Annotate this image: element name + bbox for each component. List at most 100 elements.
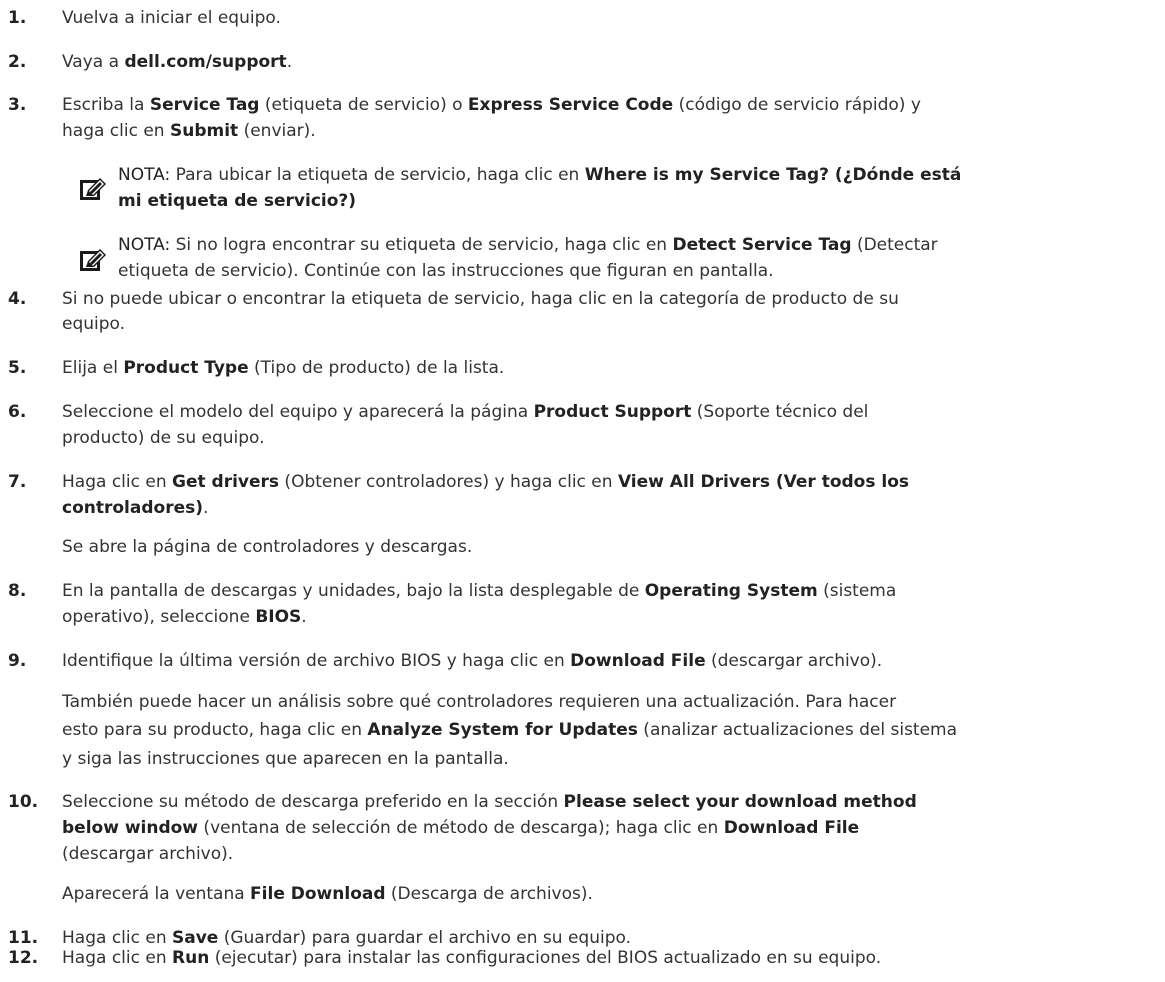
text-segment: (ventana de selección de método de desca… <box>198 818 724 838</box>
text-line: equipo. <box>62 311 125 337</box>
text-line: Seleccione su método de descarga preferi… <box>62 789 917 815</box>
text-line: below window (ventana de selección de mé… <box>62 815 859 841</box>
text-segment: Se abre la página de controladores y des… <box>62 537 473 557</box>
text-segment: En la pantalla de descargas y unidades, … <box>62 581 645 601</box>
text-segment: haga clic en <box>62 121 170 141</box>
text-line: Aparecerá la ventana File Download (Desc… <box>62 881 593 907</box>
bold-text: Operating System <box>644 581 818 601</box>
text-line: Elija el Product Type (Tipo de producto)… <box>62 355 504 381</box>
text-segment: Elija el <box>62 358 124 378</box>
text-segment: (Descarga de archivos). <box>385 884 593 904</box>
bold-text: Run <box>172 948 210 968</box>
note-pencil-icon <box>80 178 106 200</box>
step-number: 1. <box>8 8 27 28</box>
text-segment: (Tipo de producto) de la lista. <box>248 358 505 378</box>
bold-text: mi etiqueta de servicio?) <box>118 191 357 211</box>
text-segment: Haga clic en <box>62 472 172 492</box>
text-segment: (código de servicio rápido) y <box>673 95 921 115</box>
text-segment: Para ubicar la etiqueta de servicio, hag… <box>170 165 585 185</box>
bold-text: Analyze System for Updates <box>367 720 638 740</box>
bold-text: Product Type <box>123 358 249 378</box>
text-segment: (Detectar <box>851 235 938 255</box>
text-segment: equipo. <box>62 314 126 334</box>
text-segment: producto) de su equipo. <box>62 428 265 448</box>
bold-text: Product Support <box>533 402 692 422</box>
text-segment: operativo), seleccione <box>62 607 256 627</box>
note-pencil-icon <box>80 249 106 271</box>
text-line: Haga clic en Get drivers (Obtener contro… <box>62 469 909 495</box>
text-line: Seleccione el modelo del equipo y aparec… <box>62 399 868 425</box>
text-segment: También puede hacer un análisis sobre qu… <box>62 692 897 712</box>
text-line: En la pantalla de descargas y unidades, … <box>62 578 896 604</box>
text-line: haga clic en Submit (enviar). <box>62 118 316 144</box>
text-line: NOTA: Si no logra encontrar su etiqueta … <box>118 232 938 258</box>
bold-text: Where is my Service Tag? (¿Dónde está <box>584 165 962 185</box>
text-line: producto) de su equipo. <box>62 425 265 451</box>
text-line: y siga las instrucciones que aparecen en… <box>62 746 509 772</box>
text-segment: Escriba la <box>62 95 150 115</box>
text-segment: Seleccione el modelo del equipo y aparec… <box>62 402 534 422</box>
text-segment: (sistema <box>817 581 897 601</box>
bold-text: below window <box>62 818 199 838</box>
text-segment: (descargar archivo). <box>705 651 883 671</box>
text-segment: Si no puede ubicar o encontrar la etique… <box>62 289 899 309</box>
text-segment: (Soporte técnico del <box>691 402 869 422</box>
bold-text: Detect Service Tag <box>672 235 852 255</box>
text-line: Se abre la página de controladores y des… <box>62 534 472 560</box>
text-segment: Si no logra encontrar su etiqueta de ser… <box>170 235 673 255</box>
text-segment: (ejecutar) para instalar las configuraci… <box>209 948 882 968</box>
text-line: (descargar archivo). <box>62 841 233 867</box>
step-number: 6. <box>8 402 27 422</box>
bold-text: Submit <box>170 121 239 141</box>
step-number: 8. <box>8 581 27 601</box>
text-line: Vaya a dell.com/support. <box>62 49 292 75</box>
text-segment: esto para su producto, haga clic en <box>62 720 368 740</box>
step-number: 9. <box>8 651 27 671</box>
document-page: 1. Vuelva a iniciar el equipo. 2. Vaya a de… <box>0 0 1165 982</box>
text-line: esto para su producto, haga clic en Anal… <box>62 717 957 743</box>
text-line: Vuelva a iniciar el equipo. <box>62 5 281 31</box>
text-segment: Aparecerá la ventana <box>62 884 251 904</box>
bold-text: Download File <box>723 818 860 838</box>
step-number: 12. <box>8 948 39 968</box>
text-segment: Seleccione su método de descarga preferi… <box>62 792 564 812</box>
bold-text: BIOS <box>255 607 302 627</box>
bold-text: View All Drivers (Ver todos los <box>617 472 910 492</box>
step-number: 7. <box>8 472 27 492</box>
bold-text: Please select your download method <box>563 792 917 812</box>
text-segment: y siga las instrucciones que aparecen en… <box>62 749 509 769</box>
text-line: Haga clic en Run (ejecutar) para instala… <box>62 945 881 971</box>
text-segment: . <box>286 52 293 72</box>
bold-text: Service Tag <box>149 95 260 115</box>
text-segment: Haga clic en <box>62 948 172 968</box>
step-number: 4. <box>8 289 27 309</box>
text-segment: Vuelva a iniciar el equipo. <box>62 8 281 28</box>
text-segment: (Obtener controladores) y haga clic en <box>279 472 618 492</box>
text-line: Si no puede ubicar o encontrar la etique… <box>62 286 899 312</box>
text-line: etiqueta de servicio). Continúe con las … <box>118 258 774 284</box>
note-label: NOTA: <box>118 235 171 255</box>
text-line: Identifique la última versión de archivo… <box>62 648 882 674</box>
bold-text: Get drivers <box>172 472 280 492</box>
text-line: controladores). <box>62 495 208 521</box>
text-segment: . <box>301 607 307 627</box>
step-number: 2. <box>8 52 27 72</box>
text-segment: (analizar actualizaciones del sistema <box>637 720 958 740</box>
text-segment: (descargar archivo). <box>62 844 234 864</box>
bold-text: dell.com/support <box>124 52 287 72</box>
step-number: 10. <box>8 792 39 812</box>
note-label: NOTA: <box>118 165 171 185</box>
bold-text: controladores) <box>62 498 203 518</box>
text-line: mi etiqueta de servicio?) <box>118 188 356 214</box>
text-segment: (etiqueta de servicio) o <box>259 95 468 115</box>
text-line: operativo), seleccione BIOS. <box>62 604 307 630</box>
text-line: Escriba la Service Tag (etiqueta de serv… <box>62 92 921 118</box>
text-segment: Vaya a <box>62 52 125 72</box>
text-line: NOTA: Para ubicar la etiqueta de servici… <box>118 162 961 188</box>
text-segment: etiqueta de servicio). Continúe con las … <box>118 261 774 281</box>
bold-text: File Download <box>250 884 386 904</box>
step-number: 3. <box>8 95 27 115</box>
text-line: También puede hacer un análisis sobre qu… <box>62 689 896 715</box>
step-number: 5. <box>8 358 27 378</box>
text-segment: . <box>203 498 209 518</box>
